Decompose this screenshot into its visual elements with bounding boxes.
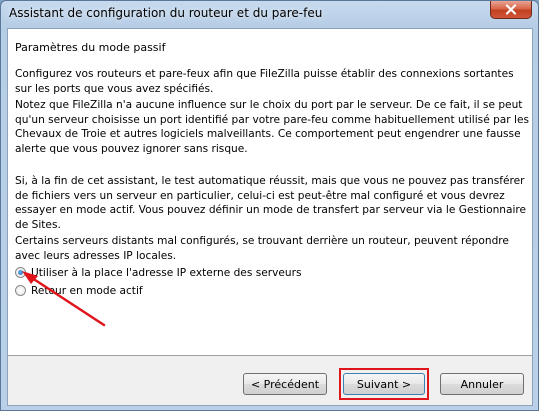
port-note-paragraph: Notez que FileZilla n'a aucune influence… [15, 99, 529, 155]
intro-paragraph: Configurez vos routeurs et pare-feux afi… [15, 68, 514, 95]
test-result-paragraph: Si, à la fin de cet assistant, le test a… [15, 175, 527, 231]
title-bar[interactable]: Assistant de configuration du routeur et… [1, 1, 538, 27]
option-active-mode[interactable]: Retour en mode actif [15, 283, 143, 298]
previous-button[interactable]: < Précédent [243, 373, 327, 395]
next-button-highlight [339, 368, 429, 400]
page-heading: Paramètres du mode passif [15, 41, 166, 54]
wizard-content-panel: Paramètres du mode passif Configurez vos… [8, 29, 532, 356]
misconfigured-servers-paragraph: Certains serveurs distants mal configuré… [15, 235, 509, 262]
radio-button-checked[interactable] [15, 267, 26, 278]
cancel-button[interactable]: Annuler [440, 373, 524, 395]
close-button[interactable] [490, 1, 532, 19]
option-use-external-ip-label[interactable]: Utiliser à la place l'adresse IP externe… [31, 267, 301, 279]
window-title: Assistant de configuration du routeur et… [9, 6, 323, 20]
wizard-window: Assistant de configuration du routeur et… [0, 0, 539, 411]
option-use-external-ip[interactable]: Utiliser à la place l'adresse IP externe… [15, 265, 301, 280]
close-icon [505, 4, 517, 15]
radio-button[interactable] [15, 285, 26, 296]
wizard-client-area: Paramètres du mode passif Configurez vos… [7, 28, 533, 406]
option-active-mode-label[interactable]: Retour en mode actif [31, 285, 143, 297]
